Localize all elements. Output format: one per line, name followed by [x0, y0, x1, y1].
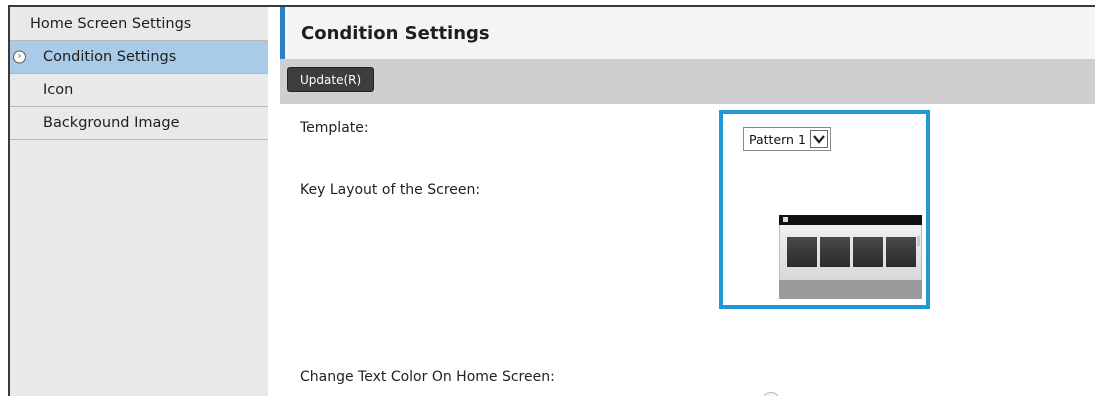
preview-body	[779, 225, 922, 280]
preview-key	[787, 237, 817, 267]
main-content: Condition Settings Update(R) Template: K…	[280, 7, 1095, 396]
sidebar-divider	[268, 7, 270, 396]
template-highlight-box: Pattern 1	[719, 110, 930, 309]
preview-bottom-bar	[779, 280, 922, 299]
sidebar: Home Screen Settings › Condition Setting…	[10, 7, 268, 396]
page-title: Condition Settings	[301, 22, 490, 44]
sidebar-item-icon[interactable]: Icon	[10, 74, 268, 107]
preview-scrollbar	[917, 236, 920, 246]
sidebar-item-label: Condition Settings	[43, 49, 177, 65]
sidebar-item-background-image[interactable]: Background Image	[10, 107, 268, 140]
preview-key	[820, 237, 850, 267]
update-button[interactable]: Update(R)	[287, 67, 375, 92]
preview-key	[886, 237, 916, 267]
preview-home-icon	[783, 217, 788, 222]
template-select[interactable]: Pattern 1	[743, 127, 831, 151]
template-label: Template:	[300, 120, 369, 136]
page-header: Condition Settings	[280, 7, 1095, 59]
text-color-radio[interactable]	[762, 392, 780, 396]
toolbar: Update(R)	[280, 59, 1095, 104]
text-color-label: Change Text Color On Home Screen:	[300, 369, 555, 385]
key-layout-label: Key Layout of the Screen:	[300, 182, 481, 198]
sidebar-item-label: Icon	[43, 82, 74, 98]
sidebar-item-label: Background Image	[43, 115, 180, 131]
arrow-right-circle-icon: ›	[13, 50, 26, 64]
sidebar-item-condition-settings[interactable]: › Condition Settings	[10, 41, 268, 74]
sidebar-item-label: Home Screen Settings	[30, 15, 192, 32]
preview-key	[853, 237, 883, 267]
sidebar-item-home-screen-settings[interactable]: Home Screen Settings	[10, 7, 268, 41]
key-layout-preview	[779, 215, 922, 299]
preview-top-bar	[779, 215, 922, 225]
template-select-value: Pattern 1	[749, 131, 806, 147]
chevron-down-icon[interactable]	[809, 130, 828, 148]
